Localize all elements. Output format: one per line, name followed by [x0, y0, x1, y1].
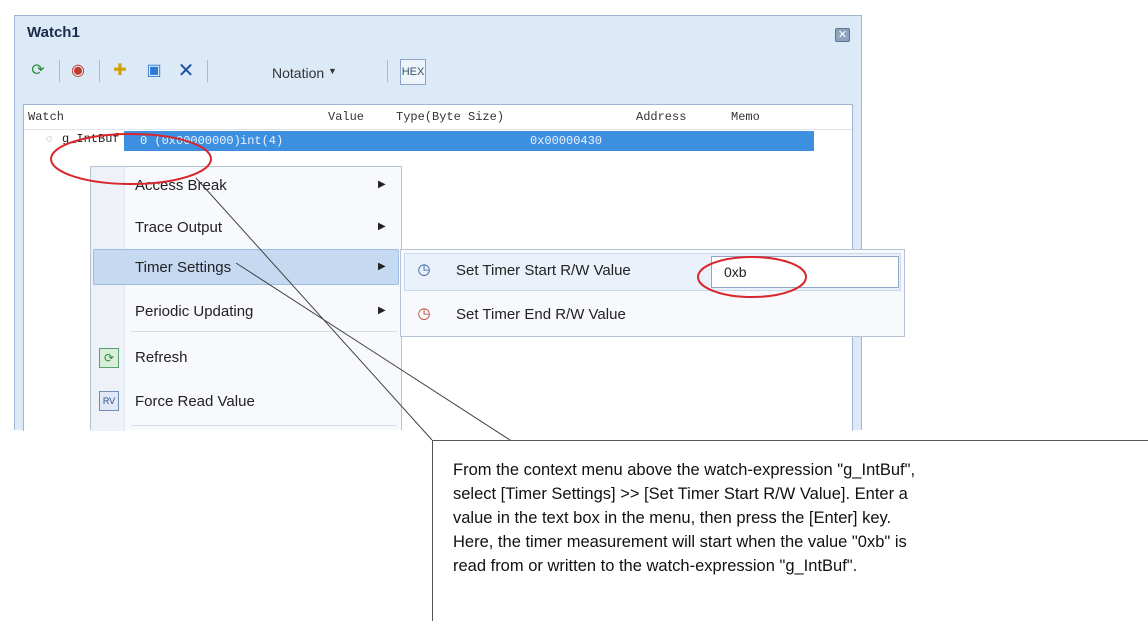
callout-leader-line: [195, 177, 433, 441]
callout-line: read from or written to the watch-expres…: [453, 557, 858, 575]
callout-text: From the context menu above the watch-ex…: [453, 458, 1143, 578]
callout-line: From the context menu above the watch-ex…: [453, 461, 916, 479]
callout-line: value in the text box in the menu, then …: [453, 509, 892, 527]
callout-line: Here, the timer measurement will start w…: [453, 533, 907, 551]
highlight-circle-input: [697, 256, 807, 298]
callout-box: From the context menu above the watch-ex…: [432, 440, 1148, 621]
highlight-circle-watch-expression: [50, 133, 212, 185]
callout-leader-line: [235, 262, 511, 441]
callout-line: select [Timer Settings] >> [Set Timer St…: [453, 485, 908, 503]
